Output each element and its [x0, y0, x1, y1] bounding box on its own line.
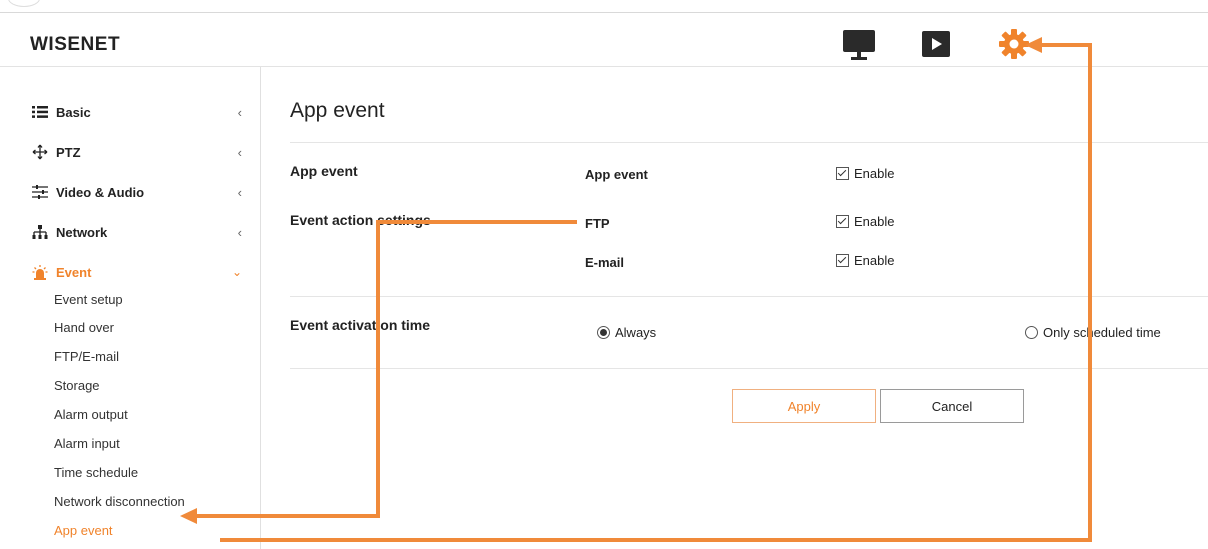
only-scheduled-time-radio[interactable]: Only scheduled time	[1025, 325, 1161, 340]
sub-item-network-disconnection[interactable]: Network disconnection	[54, 494, 185, 509]
radio-label: Only scheduled time	[1043, 325, 1161, 340]
sub-item-alarm-input[interactable]: Alarm input	[54, 436, 120, 451]
wisenet-logo: WISENET	[30, 34, 121, 55]
row-label-ftp: FTP	[585, 216, 610, 231]
chevron-left-icon: ‹	[237, 224, 242, 240]
sidebar-item-basic[interactable]: Basic ‹	[30, 101, 250, 123]
sidebar-item-label: PTZ	[56, 144, 81, 160]
section-event-action-settings: Event action settings	[290, 212, 431, 228]
sidebar-item-event[interactable]: Event ⌄	[30, 261, 250, 283]
header: WISENET	[0, 13, 1208, 67]
row-label-email: E-mail	[585, 255, 625, 270]
sidebar-item-network[interactable]: Network ‹	[30, 221, 250, 243]
chevron-down-icon: ⌄	[231, 265, 242, 279]
checkbox-label: Enable	[854, 166, 895, 181]
checkbox-checked-icon	[836, 215, 849, 228]
checkbox-label: Enable	[854, 214, 895, 229]
list-icon	[30, 104, 50, 120]
sidebar-item-label: Event	[56, 264, 92, 280]
row-label-app-event: App event	[585, 167, 648, 182]
section-event-activation-time: Event activation time	[290, 317, 431, 333]
sidebar-item-label: Video & Audio	[56, 184, 145, 200]
sub-item-storage[interactable]: Storage	[54, 378, 100, 393]
sub-item-hand-over[interactable]: Hand over	[54, 320, 114, 335]
chevron-left-icon: ‹	[237, 144, 242, 160]
chevron-left-icon: ‹	[237, 104, 242, 120]
sidebar: Basic ‹ PTZ ‹ Video & Audio ‹ Network ‹	[0, 67, 261, 549]
sub-item-app-event[interactable]: App event	[54, 523, 113, 538]
radio-unselected-icon	[1025, 326, 1038, 339]
always-radio[interactable]: Always	[597, 325, 656, 340]
browser-top-edge	[0, 0, 1208, 13]
sidebar-item-label: Basic	[56, 104, 91, 120]
checkbox-checked-icon	[836, 167, 849, 180]
alarm-icon	[30, 264, 50, 280]
gear-icon[interactable]	[998, 28, 1030, 60]
sidebar-item-ptz[interactable]: PTZ ‹	[30, 141, 250, 163]
ftp-enable-checkbox[interactable]: Enable	[836, 214, 894, 229]
page-title: App event	[290, 99, 385, 122]
sidebar-item-label: Network	[56, 224, 108, 240]
page: WISENET Basic ‹ PTZ ‹ Video & Audio ‹ Ne…	[0, 0, 1208, 549]
divider	[290, 296, 1208, 297]
sub-item-event-setup[interactable]: Event setup	[54, 292, 123, 307]
chevron-left-icon: ‹	[237, 184, 242, 200]
sub-item-time-schedule[interactable]: Time schedule	[54, 465, 138, 480]
sub-item-alarm-output[interactable]: Alarm output	[54, 407, 128, 422]
radio-label: Always	[615, 325, 657, 340]
network-icon	[30, 224, 50, 240]
cancel-button[interactable]: Cancel	[880, 389, 1024, 423]
checkbox-checked-icon	[836, 254, 849, 267]
sidebar-item-video-audio[interactable]: Video & Audio ‹	[30, 181, 250, 203]
sliders-icon	[30, 184, 50, 200]
app-event-enable-checkbox[interactable]: Enable	[836, 166, 894, 181]
radio-selected-icon	[597, 326, 610, 339]
divider	[290, 368, 1208, 369]
monitor-icon[interactable]	[842, 28, 876, 62]
divider	[290, 142, 1208, 143]
apply-button[interactable]: Apply	[732, 389, 876, 423]
move-icon	[30, 144, 50, 160]
checkbox-label: Enable	[854, 253, 895, 268]
section-app-event: App event	[290, 163, 358, 179]
sub-item-ftp-email[interactable]: FTP/E-mail	[54, 349, 119, 364]
play-icon[interactable]	[921, 29, 951, 59]
email-enable-checkbox[interactable]: Enable	[836, 253, 894, 268]
